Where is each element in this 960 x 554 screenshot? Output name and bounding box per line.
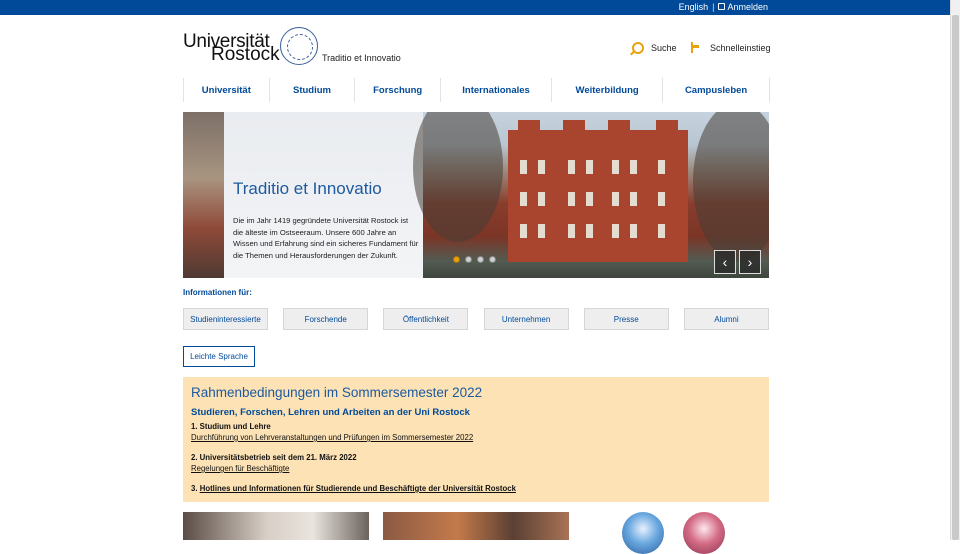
hero-slider[interactable]: Traditio et Innovatio Die im Jahr 1419 g… (183, 112, 769, 278)
tree-left (413, 112, 503, 242)
teaser-image-1[interactable] (183, 512, 369, 540)
slider-dot-3[interactable] (477, 256, 484, 263)
building-facade (508, 120, 688, 262)
slider-prev-button[interactable]: ‹ (714, 250, 736, 274)
teaser-badge-1[interactable] (622, 512, 664, 554)
slider-pagination (453, 256, 496, 263)
search-button[interactable]: Suche (632, 42, 677, 54)
nav-item-weiterbildung[interactable]: Weiterbildung (552, 78, 664, 102)
notice-section3-link[interactable]: Hotlines und Informationen für Studieren… (200, 484, 516, 493)
top-links: English | Anmelden (679, 2, 768, 12)
notice-section2-heading: 2. Universitätsbetrieb seit dem 21. März… (191, 453, 357, 462)
search-icon (632, 42, 644, 54)
scrollbar-thumb[interactable] (952, 15, 959, 540)
nav-item-internationales[interactable]: Internationales (441, 78, 553, 102)
audience-buttons: Studieninteressierte Forschende Öffentli… (183, 308, 769, 330)
nav-item-campusleben[interactable]: Campusleben (663, 78, 771, 102)
audience-oeffentlichkeit[interactable]: Öffentlichkeit (383, 308, 469, 330)
notice-section1-heading: 1. Studium und Lehre (191, 422, 271, 431)
login-label: Anmelden (727, 2, 768, 12)
hero-description: Die im Jahr 1419 gegründete Universität … (233, 216, 419, 260)
logo-line2: Rostock (211, 44, 280, 65)
notice-title: Rahmenbedingungen im Sommersemester 2022 (191, 385, 483, 400)
quickaccess-label: Schnelleinstieg (710, 42, 771, 53)
tree-right (693, 112, 769, 262)
notice-section2-link[interactable]: Regelungen für Beschäftigte (191, 464, 289, 473)
nav-item-studium[interactable]: Studium (270, 78, 356, 102)
hero-left-image (183, 112, 224, 278)
search-label: Suche (651, 43, 677, 53)
scrollbar[interactable] (950, 0, 960, 540)
teaser-badge-2[interactable] (683, 512, 725, 554)
nav-item-universitaet[interactable]: Universität (184, 78, 270, 102)
audience-presse[interactable]: Presse (583, 308, 669, 330)
audience-studieninteressierte[interactable]: Studieninteressierte (183, 308, 268, 330)
audience-forschende[interactable]: Forschende (283, 308, 369, 330)
lock-icon (718, 3, 726, 10)
university-seal-icon (280, 27, 318, 65)
notice-section3: 3. Hotlines und Informationen für Studie… (191, 484, 516, 493)
slider-dot-1[interactable] (453, 256, 460, 263)
slider-next-button[interactable]: › (739, 250, 761, 274)
quickaccess-icon (691, 42, 704, 53)
nav-item-forschung[interactable]: Forschung (355, 78, 442, 102)
login-link[interactable]: Anmelden (718, 2, 768, 12)
slider-dot-2[interactable] (465, 256, 472, 263)
notice-section3-prefix: 3. (191, 484, 198, 493)
university-logo[interactable]: Universität Rostock Traditio et Innovati… (183, 27, 401, 69)
audience-label: Informationen für: (183, 288, 252, 297)
top-bar: English | Anmelden (0, 0, 951, 15)
language-link[interactable]: English (679, 2, 709, 12)
top-separator: | (712, 2, 715, 12)
teaser-image-2[interactable] (383, 512, 569, 540)
main-navigation: Universität Studium Forschung Internatio… (183, 78, 771, 102)
quickaccess-button[interactable]: Schnelleinstieg (691, 42, 771, 53)
audience-alumni[interactable]: Alumni (683, 308, 769, 330)
notice-box: Rahmenbedingungen im Sommersemester 2022… (183, 377, 769, 502)
notice-subtitle: Studieren, Forschen, Lehren und Arbeiten… (191, 407, 470, 418)
notice-section1-link[interactable]: Durchführung von Lehrveranstaltungen und… (191, 433, 473, 442)
hero-title: Traditio et Innovatio (233, 179, 382, 198)
slider-dot-4[interactable] (489, 256, 496, 263)
logo-motto: Traditio et Innovatio (322, 53, 401, 63)
easy-language-button[interactable]: Leichte Sprache (183, 346, 255, 367)
audience-unternehmen[interactable]: Unternehmen (483, 308, 569, 330)
